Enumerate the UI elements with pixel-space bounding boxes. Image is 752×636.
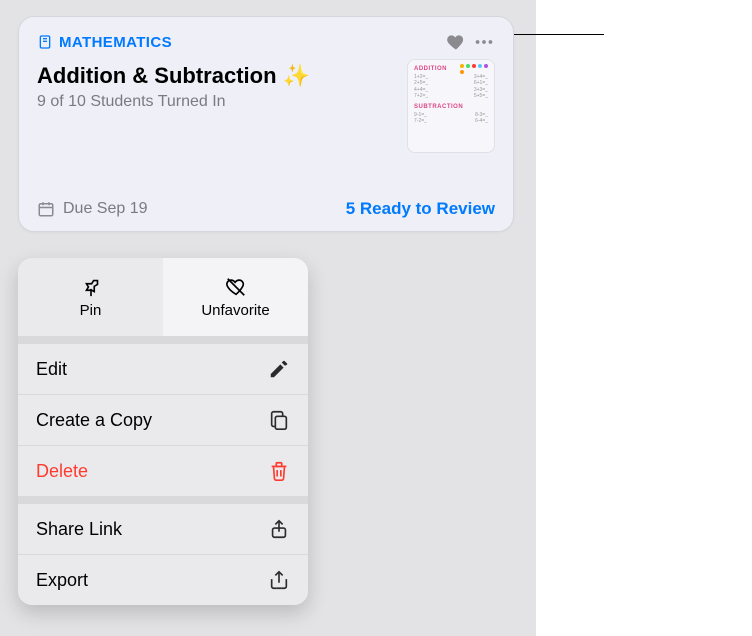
export-icon bbox=[268, 569, 290, 591]
copy-icon bbox=[268, 409, 290, 431]
assignment-title: Addition & Subtraction ✨ bbox=[37, 63, 395, 89]
pin-label: Pin bbox=[80, 302, 102, 319]
share-icon bbox=[268, 518, 290, 540]
pencil-icon bbox=[268, 358, 290, 380]
unfavorite-label: Unfavorite bbox=[201, 302, 269, 319]
assignment-thumbnail[interactable]: ADDITION 1+2=_3+4=_ 2+5=_6+1=_ 4+4=_3+3=… bbox=[407, 59, 495, 153]
create-copy-label: Create a Copy bbox=[36, 410, 152, 431]
trash-icon bbox=[268, 460, 290, 482]
thumbnail-heading-2: SUBTRACTION bbox=[414, 104, 488, 112]
edit-label: Edit bbox=[36, 359, 67, 380]
ready-to-review-link[interactable]: 5 Ready to Review bbox=[346, 199, 495, 219]
due-date-text: Due Sep 19 bbox=[63, 200, 148, 218]
context-menu: Pin Unfavorite Edit Create a Copy Dele bbox=[18, 258, 308, 605]
card-header: MATHEMATICS bbox=[37, 31, 495, 53]
due-date: Due Sep 19 bbox=[37, 200, 148, 218]
create-copy-menu-item[interactable]: Create a Copy bbox=[18, 394, 308, 445]
share-link-label: Share Link bbox=[36, 519, 122, 540]
more-button[interactable] bbox=[473, 31, 495, 53]
delete-label: Delete bbox=[36, 461, 88, 482]
share-link-menu-item[interactable]: Share Link bbox=[18, 504, 308, 554]
ellipsis-icon bbox=[473, 31, 495, 53]
calendar-icon bbox=[37, 200, 55, 218]
export-label: Export bbox=[36, 570, 88, 591]
edit-menu-item[interactable]: Edit bbox=[18, 344, 308, 394]
thumbnail-decoration bbox=[460, 64, 490, 74]
pin-button[interactable]: Pin bbox=[18, 258, 163, 336]
export-menu-item[interactable]: Export bbox=[18, 554, 308, 605]
turned-in-status: 9 of 10 Students Turned In bbox=[37, 93, 395, 111]
unfavorite-button[interactable]: Unfavorite bbox=[163, 258, 308, 336]
favorite-button[interactable] bbox=[445, 31, 467, 53]
heart-slash-icon bbox=[225, 276, 247, 298]
assignment-card[interactable]: MATHEMATICS Addition & Subtraction ✨ 9 o… bbox=[18, 16, 514, 232]
pin-icon bbox=[80, 276, 102, 298]
book-icon bbox=[37, 34, 53, 50]
delete-menu-item[interactable]: Delete bbox=[18, 445, 308, 496]
heart-icon bbox=[446, 32, 466, 52]
subject-label: MATHEMATICS bbox=[59, 34, 172, 51]
